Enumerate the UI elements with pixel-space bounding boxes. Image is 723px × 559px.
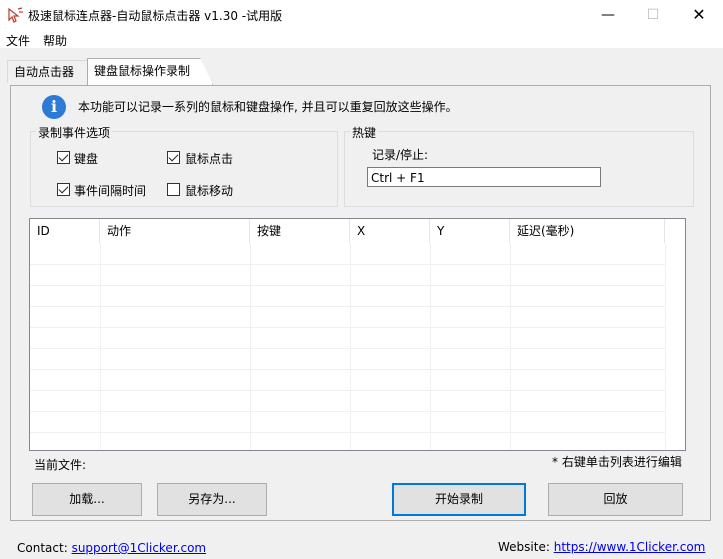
tab-strip: 自动点击器 键盘鼠标操作录制: [0, 48, 723, 86]
mouse-click-checkbox[interactable]: [167, 151, 180, 164]
menu-bar: 文件 帮助: [0, 30, 723, 48]
column-header-y[interactable]: Y: [430, 219, 510, 243]
grid-line: [100, 243, 101, 450]
column-header-action[interactable]: 动作: [100, 219, 250, 243]
maximize-button[interactable]: ☐: [630, 0, 676, 30]
menu-file[interactable]: 文件: [6, 32, 30, 49]
info-icon: i: [42, 95, 66, 119]
grid-line: [350, 243, 351, 450]
tab-auto-clicker[interactable]: 自动点击器: [7, 60, 89, 83]
column-header-delay[interactable]: 延迟(毫秒): [510, 219, 665, 243]
grid-line: [30, 348, 665, 349]
column-header-key[interactable]: 按键: [250, 219, 350, 243]
grid-line: [665, 243, 666, 450]
hotkey-label: 记录/停止:: [372, 148, 429, 162]
load-button[interactable]: 加载...: [32, 483, 142, 516]
grid-line: [30, 432, 665, 433]
event-interval-checkbox[interactable]: [57, 183, 70, 196]
mouse-click-label[interactable]: 鼠标点击: [185, 150, 233, 167]
mouse-move-checkbox[interactable]: [167, 183, 180, 196]
record-options-title: 录制事件选项: [36, 124, 113, 141]
current-file-label: 当前文件:: [34, 458, 87, 472]
grid-line: [30, 390, 665, 391]
grid-line: [430, 243, 431, 450]
contact-email-link[interactable]: support@1Clicker.com: [72, 541, 207, 555]
start-record-button[interactable]: 开始录制: [392, 483, 526, 516]
mouse-move-label[interactable]: 鼠标移动: [185, 182, 233, 199]
grid-line: [30, 306, 665, 307]
website-link[interactable]: https://www.1Clicker.com: [554, 540, 706, 554]
save-as-button[interactable]: 另存为...: [157, 483, 267, 516]
info-text: 本功能可以记录一系列的鼠标和键盘操作, 并且可以重复回放这些操作。: [78, 100, 458, 114]
keyboard-checkbox[interactable]: [57, 151, 70, 164]
grid-line: [250, 243, 251, 450]
title-bar: 极速鼠标连点器-自动鼠标点击器 v1.30 -试用版 — ☐ ✕: [0, 0, 723, 30]
keyboard-label[interactable]: 键盘: [74, 150, 98, 167]
app-cursor-icon: [8, 7, 23, 23]
grid-line: [30, 369, 665, 370]
grid-line: [30, 264, 665, 265]
grid-line: [30, 411, 665, 412]
playback-button[interactable]: 回放: [548, 483, 683, 516]
grid-line: [30, 327, 665, 328]
grid-line: [30, 285, 665, 286]
event-interval-label[interactable]: 事件间隔时间: [74, 182, 146, 199]
window-title: 极速鼠标连点器-自动鼠标点击器 v1.30 -试用版: [28, 9, 283, 23]
footer-contact: Contact: support@1Clicker.com: [17, 541, 206, 555]
hotkey-title: 热键: [350, 124, 379, 141]
minimize-button[interactable]: —: [585, 0, 631, 30]
footer-website: Website: https://www.1Clicker.com: [498, 540, 705, 554]
tab-recorder[interactable]: 键盘鼠标操作录制: [87, 58, 213, 85]
hotkey-input[interactable]: Ctrl + F1: [367, 167, 601, 187]
column-header-id[interactable]: ID: [30, 219, 100, 243]
edit-hint: * 右键单击列表进行编辑: [552, 455, 682, 469]
grid-line: [510, 243, 511, 450]
website-label: Website:: [498, 540, 550, 554]
contact-label: Contact:: [17, 541, 68, 555]
events-table[interactable]: ID 动作 按键 X Y 延迟(毫秒): [29, 218, 686, 451]
menu-help[interactable]: 帮助: [43, 32, 67, 49]
close-button[interactable]: ✕: [676, 0, 722, 30]
column-header-x[interactable]: X: [350, 219, 430, 243]
